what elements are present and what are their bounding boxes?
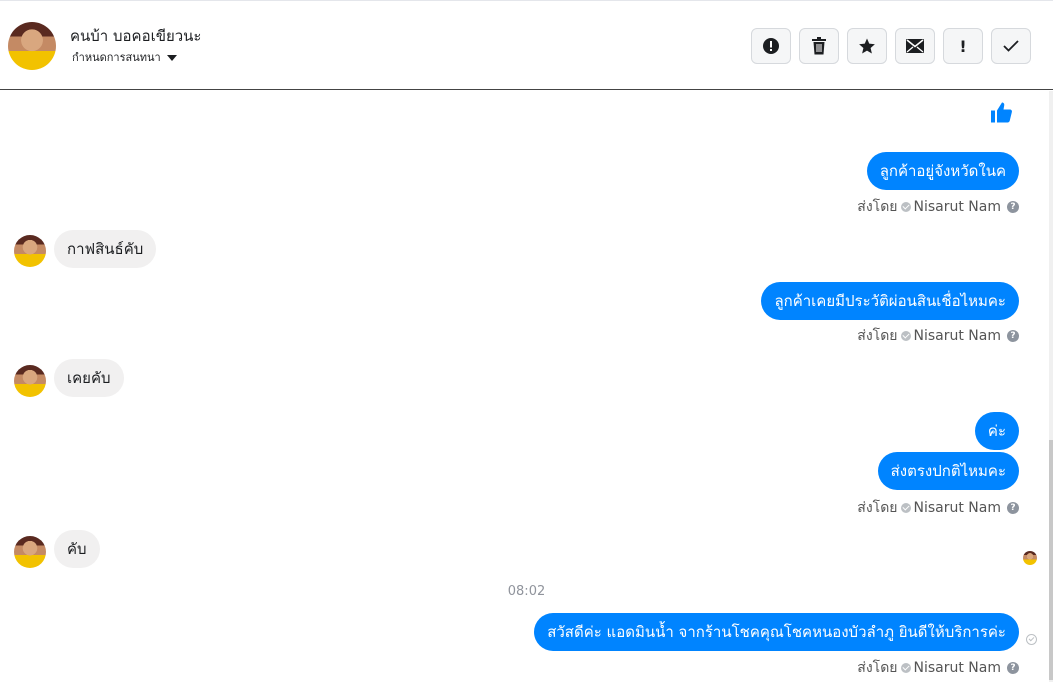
- conversation-header: คนบ้า บอคอเขียวนะ กำหนดการสนทนา !: [0, 0, 1053, 90]
- sent-by-label: ส่งโดย Nisarut Nam?: [857, 325, 1019, 347]
- seen-avatar: [1023, 551, 1037, 565]
- outgoing-message[interactable]: ลูกค้าอยู่จังหวัดในค: [866, 152, 1019, 190]
- outgoing-message[interactable]: ส่งตรงปกติไหมคะ: [877, 452, 1019, 490]
- sent-by-agent[interactable]: Nisarut Nam: [914, 328, 1002, 344]
- delivered-icon: [1026, 634, 1037, 645]
- conversation-settings[interactable]: กำหนดการสนทนา: [72, 48, 177, 66]
- mail-icon: [906, 39, 924, 53]
- help-icon[interactable]: ?: [1007, 662, 1019, 674]
- verified-icon: [900, 331, 911, 341]
- like-message: [989, 100, 1013, 129]
- sent-by-prefix: ส่งโดย: [857, 328, 898, 344]
- customer-avatar[interactable]: [14, 235, 46, 267]
- mark-unread-button[interactable]: [895, 28, 935, 64]
- sent-by-prefix: ส่งโดย: [857, 660, 898, 676]
- scrollbar-thumb[interactable]: [1049, 440, 1053, 680]
- outgoing-message[interactable]: ลูกค้าเคยมีประวัติผ่อนสินเชื่อไหมคะ: [761, 282, 1019, 320]
- outgoing-message[interactable]: ค่ะ: [974, 412, 1019, 450]
- help-icon[interactable]: ?: [1007, 502, 1019, 514]
- mark-done-button[interactable]: [991, 28, 1031, 64]
- timestamp-divider: 08:02: [507, 584, 546, 599]
- flag-button[interactable]: !: [943, 28, 983, 64]
- sent-by-agent[interactable]: Nisarut Nam: [914, 199, 1002, 215]
- verified-icon: [900, 663, 911, 673]
- contact-avatar[interactable]: [8, 22, 56, 70]
- chevron-down-icon: [166, 55, 177, 61]
- sent-by-agent[interactable]: Nisarut Nam: [914, 660, 1002, 676]
- incoming-message[interactable]: เคยคับ: [54, 359, 124, 397]
- trash-icon: [812, 37, 826, 55]
- sent-by-agent[interactable]: Nisarut Nam: [914, 500, 1002, 516]
- sent-by-label: ส่งโดย Nisarut Nam?: [857, 196, 1019, 218]
- sent-by-label: ส่งโดย Nisarut Nam?: [857, 497, 1019, 519]
- customer-avatar[interactable]: [14, 536, 46, 568]
- delete-button[interactable]: [799, 28, 839, 64]
- star-icon: [859, 38, 875, 54]
- star-button[interactable]: [847, 28, 887, 64]
- verified-icon: [900, 503, 911, 513]
- help-icon[interactable]: ?: [1007, 330, 1019, 342]
- customer-avatar[interactable]: [14, 365, 46, 397]
- thumbs-up-icon: [991, 102, 1012, 123]
- sent-by-prefix: ส่งโดย: [857, 500, 898, 516]
- conversation-settings-label: กำหนดการสนทนา: [72, 51, 161, 64]
- outgoing-message[interactable]: สวัสดีค่ะ แอดมินน้ำ จากร้านโชคคุณโชคหนอง…: [534, 613, 1019, 651]
- alert-circle-icon: [763, 38, 779, 54]
- check-icon: [1003, 40, 1019, 52]
- incoming-message[interactable]: คับ: [54, 530, 100, 568]
- sent-by-prefix: ส่งโดย: [857, 199, 898, 215]
- mark-spam-button[interactable]: [751, 28, 791, 64]
- help-icon[interactable]: ?: [1007, 201, 1019, 213]
- verified-icon: [900, 202, 911, 212]
- contact-name[interactable]: คนบ้า บอคอเขียวนะ: [70, 24, 201, 48]
- exclamation-icon: !: [959, 36, 967, 56]
- sent-by-label: ส่งโดย Nisarut Nam?: [857, 657, 1019, 679]
- incoming-message[interactable]: กาฟสินธ์คับ: [54, 230, 157, 268]
